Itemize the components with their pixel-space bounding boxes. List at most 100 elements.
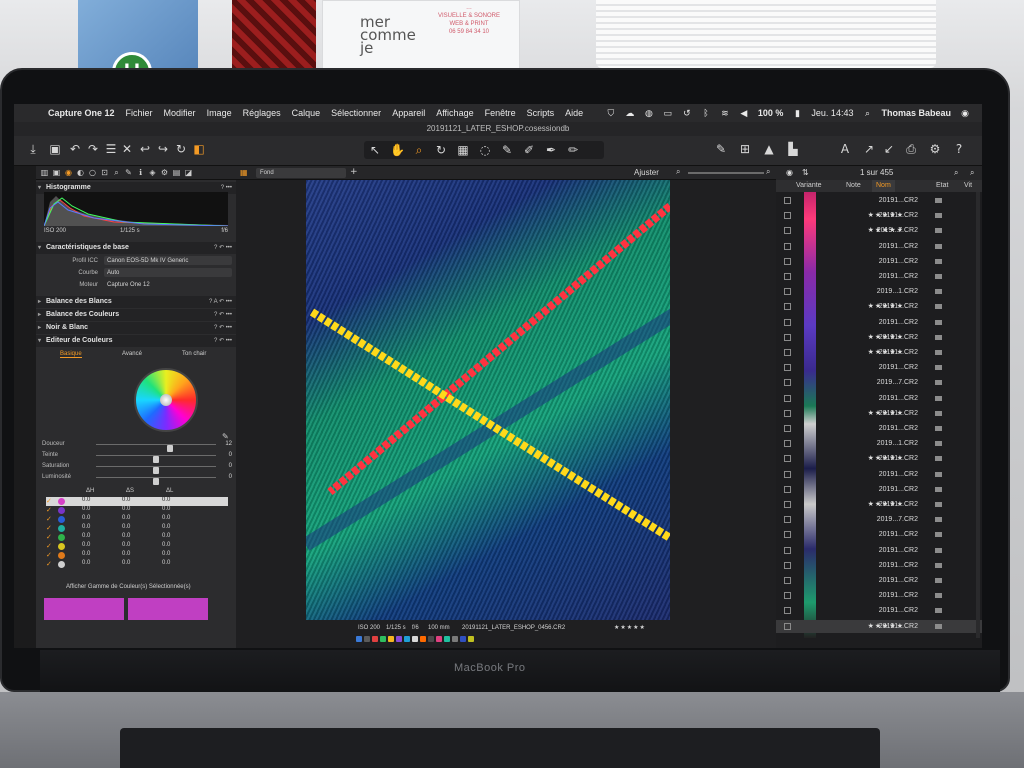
tab-ton-chair[interactable]: Ton chair: [182, 351, 206, 357]
slider-teinte[interactable]: Teinte 0: [36, 451, 236, 463]
browser-row[interactable]: ★★★★★ 20191...CR2: [776, 619, 982, 633]
menu-affichage[interactable]: Affichage: [436, 108, 473, 118]
capture-tab-icon[interactable]: ▣: [52, 168, 61, 177]
select-checkbox[interactable]: [784, 288, 791, 296]
browser-row[interactable]: ★★★★★ 20191...CR2: [776, 331, 982, 344]
curve-select[interactable]: Auto: [104, 268, 232, 277]
panel-tools-icon[interactable]: ? ↶ •••: [214, 322, 232, 334]
browser-row[interactable]: 20191...CR2: [776, 240, 982, 253]
local-tab-icon[interactable]: ✎: [124, 168, 133, 177]
select-checkbox[interactable]: [784, 364, 791, 372]
grid-icon[interactable]: ☰: [104, 142, 118, 156]
menu-modifier[interactable]: Modifier: [164, 108, 196, 118]
text-icon[interactable]: A: [838, 142, 852, 156]
time-machine-icon[interactable]: ↺: [682, 108, 692, 118]
browser-scrollbar[interactable]: [976, 192, 980, 638]
browser-row[interactable]: 20191...CR2: [776, 392, 982, 405]
delta-h[interactable]: 0.0: [82, 551, 90, 557]
rotate-cursor-icon[interactable]: ↻: [434, 143, 448, 157]
browser-row[interactable]: 20191...CR2: [776, 422, 982, 435]
slider-track[interactable]: [96, 466, 216, 474]
section-black-white[interactable]: ▸ Noir & Blanc ? ↶ •••: [36, 322, 236, 334]
section-white-balance[interactable]: ▸ Balance des Blancs ? A ↶ •••: [36, 296, 236, 308]
dock-app-icon[interactable]: [380, 636, 386, 642]
rotate-right-icon[interactable]: ↷: [86, 142, 100, 156]
delta-s[interactable]: 0.0: [122, 506, 130, 512]
zoom-slider[interactable]: [688, 172, 764, 174]
adjust-tab-icon[interactable]: ▤: [172, 168, 181, 177]
slider-luminosite[interactable]: Luminosité 0: [36, 473, 236, 485]
import-icon[interactable]: ⤓: [26, 142, 40, 156]
meta-rating[interactable]: ★★★★★: [614, 622, 646, 634]
stamp-icon[interactable]: ▙: [786, 142, 800, 156]
select-checkbox[interactable]: [784, 394, 791, 402]
select-checkbox[interactable]: [784, 227, 791, 235]
select-checkbox[interactable]: [784, 409, 791, 417]
check-icon[interactable]: ✓: [46, 551, 52, 559]
select-checkbox[interactable]: [784, 425, 791, 432]
zoom-cursor-icon[interactable]: ⌕: [412, 143, 426, 157]
select-checkbox[interactable]: [784, 561, 791, 569]
col-variante[interactable]: Variante: [796, 180, 822, 192]
help-icon[interactable]: ?: [952, 142, 966, 156]
delete-icon[interactable]: ✕: [120, 142, 134, 156]
delta-s[interactable]: 0.0: [122, 515, 130, 521]
color-range-row[interactable]: ✓ 0.0 0.0 0.0: [46, 497, 228, 506]
output-tab-icon[interactable]: ◈: [148, 168, 157, 177]
add-icon[interactable]: +: [350, 167, 358, 177]
color-range-row[interactable]: ✓ 0.0 0.0 0.0: [46, 533, 228, 542]
check-icon[interactable]: ✓: [46, 533, 52, 541]
keystone-cursor-icon[interactable]: ▦: [456, 143, 470, 157]
annotate-cursor-icon[interactable]: ✏: [566, 143, 580, 157]
menu-scripts[interactable]: Scripts: [527, 108, 555, 118]
panel-tools-icon[interactable]: ? ↶ •••: [214, 242, 232, 254]
menu-appareil[interactable]: Appareil: [392, 108, 425, 118]
browser-row[interactable]: 20191...CR2: [776, 270, 982, 283]
dock-app-icon[interactable]: [356, 636, 362, 642]
batch-tab-icon[interactable]: ⚙: [160, 168, 169, 177]
browser-row[interactable]: 20191...CR2: [776, 361, 982, 374]
select-checkbox[interactable]: [784, 273, 791, 280]
dock-app-icon[interactable]: [436, 636, 442, 642]
col-nom[interactable]: Nom: [872, 180, 895, 192]
menu-aide[interactable]: Aide: [565, 108, 583, 118]
warning-icon[interactable]: ▲: [762, 142, 776, 156]
base-header[interactable]: ▾ Caractéristiques de base ? ↶ •••: [36, 242, 236, 254]
col-etat[interactable]: Etat: [936, 180, 948, 192]
delta-s[interactable]: 0.0: [122, 551, 130, 557]
slider-track[interactable]: [96, 477, 216, 485]
browser-row[interactable]: 20191...CR2: [776, 544, 982, 557]
select-checkbox[interactable]: [784, 516, 791, 524]
check-icon[interactable]: ✓: [46, 506, 52, 514]
battery-icon[interactable]: ▮: [792, 108, 802, 118]
delta-h[interactable]: 0.0: [82, 542, 90, 548]
slider-value[interactable]: 0: [220, 462, 232, 471]
menubar-clock[interactable]: Jeu. 14:43: [811, 108, 853, 118]
pan-cursor-icon[interactable]: ✋: [390, 143, 405, 157]
delta-h[interactable]: 0.0: [82, 497, 90, 503]
delta-l[interactable]: 0.0: [162, 533, 170, 539]
tab-basique[interactable]: Basique: [60, 351, 82, 358]
variant-icon[interactable]: ◧: [192, 142, 206, 156]
menu-reglages[interactable]: Réglages: [243, 108, 281, 118]
dock-app-icon[interactable]: [428, 636, 434, 642]
delta-l[interactable]: 0.0: [162, 506, 170, 512]
menu-selectionner[interactable]: Sélectionner: [331, 108, 381, 118]
slider-knob[interactable]: [153, 478, 159, 485]
col-note[interactable]: Note: [846, 180, 861, 192]
menubar-user[interactable]: Thomas Babeau: [881, 108, 951, 118]
delta-s[interactable]: 0.0: [122, 542, 130, 548]
spot-cursor-icon[interactable]: ◌: [478, 143, 492, 157]
composition-tab-icon[interactable]: ⊡: [100, 168, 109, 177]
browser-row[interactable]: ★★★★★ 20191...CR2: [776, 452, 982, 465]
select-checkbox[interactable]: [784, 577, 791, 584]
dock-app-icon[interactable]: [444, 636, 450, 642]
spotlight-icon[interactable]: ⌕: [862, 108, 872, 118]
browser-row[interactable]: ★★★★★ 2019...7.CR2: [776, 224, 982, 237]
slider-value[interactable]: 0: [220, 451, 232, 460]
fit-label[interactable]: Ajuster: [634, 167, 659, 179]
color-range-row[interactable]: ✓ 0.0 0.0 0.0: [46, 560, 228, 569]
menu-fichier[interactable]: Fichier: [126, 108, 153, 118]
delta-l[interactable]: 0.0: [162, 560, 170, 566]
delta-s[interactable]: 0.0: [122, 533, 130, 539]
